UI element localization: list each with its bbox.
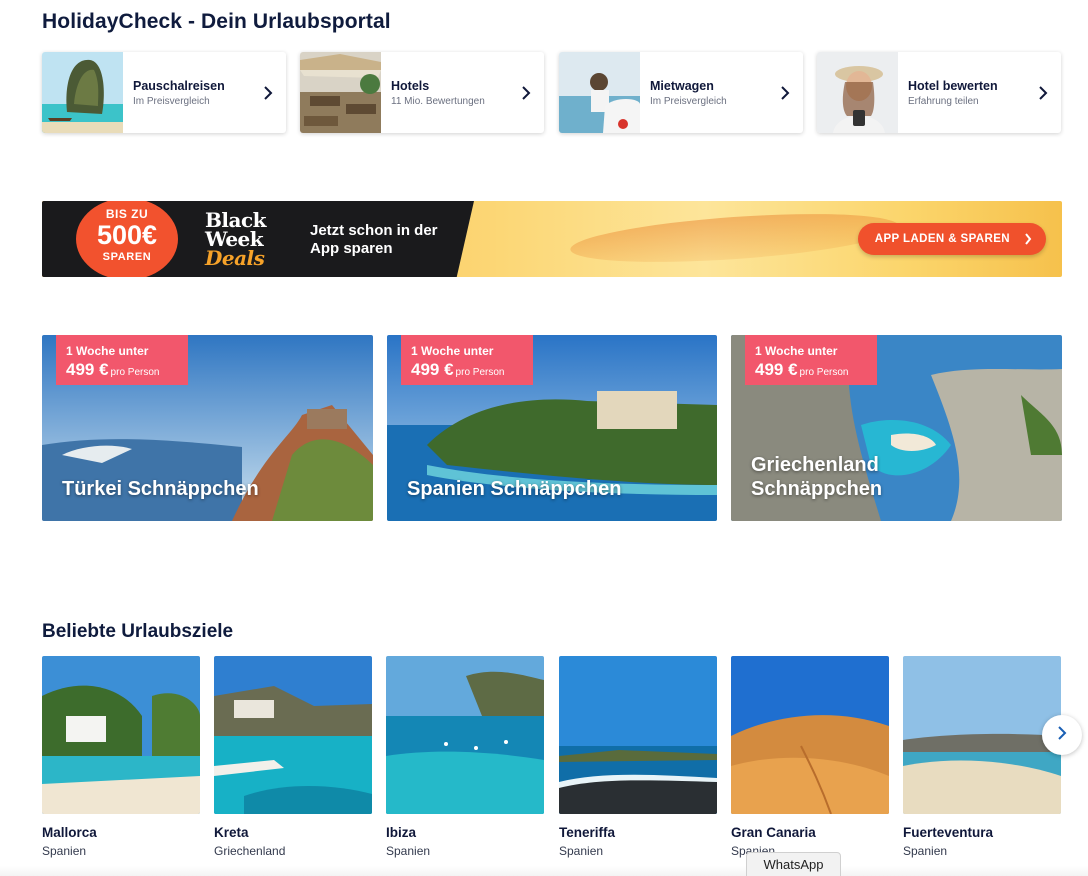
mallorca-image [42,656,200,814]
category-title: Hotel bewerten [908,78,998,93]
chevron-right-icon [1024,223,1032,268]
deal-price: 499 € [66,360,109,379]
category-subtitle: Im Preisvergleich [650,95,727,107]
deal-price: 499 € [755,360,798,379]
deal-price-unit: pro Person [110,367,160,378]
deal-price: 499 € [411,360,454,379]
deal-card-tuerkei[interactable]: 1 Woche unter 499 € pro Person Türkei Sch… [42,335,373,521]
chevron-right-icon [1033,85,1053,100]
deal-price-tag: 1 Woche unter 499 € pro Person [745,335,877,385]
bottom-fade [0,866,1088,876]
destination-teneriffa[interactable]: Teneriffa Spanien [559,656,717,858]
category-title: Mietwagen [650,78,714,93]
gran-canaria-image [731,656,889,814]
deal-price-tag: 1 Woche unter 499 € pro Person [401,335,533,385]
destination-country: Spanien [903,844,948,858]
surfboard-graphic [568,205,902,271]
badge-top-text: BIS ZU [105,207,149,221]
banner-text: Jetzt schon in der App sparen [310,222,438,257]
category-card-mietwagen[interactable]: Mietwagen Im Preisvergleich [559,52,803,133]
deal-card-griechenland[interactable]: 1 Woche unter 499 € pro Person Griechenla… [731,335,1062,521]
chevron-right-icon [775,85,795,100]
deal-title: Türkei Schnäppchen [62,478,259,500]
destination-kreta[interactable]: Kreta Griechenland [214,656,372,858]
badge-bottom-text: SPAREN [102,251,152,263]
fuerteventura-image [903,656,1061,814]
destination-name: Fuerteventura [903,825,994,840]
category-card-hotel-bewerten[interactable]: Hotel bewerten Erfahrung teilen [817,52,1061,133]
chevron-right-icon [516,85,536,100]
black-week-banner[interactable]: BIS ZU 500€ SPAREN Black Week Deals Jetz… [42,201,1062,277]
destination-country: Spanien [42,844,87,858]
destination-name: Ibiza [386,825,417,840]
deal-price-tag: 1 Woche unter 499 € pro Person [56,335,188,385]
category-subtitle: 11 Mio. Bewertungen [391,95,485,107]
chevron-right-icon [258,85,278,100]
chevron-right-icon [1057,725,1067,745]
deal-card-spanien[interactable]: 1 Woche unter 499 € pro Person Spanien Sc… [387,335,717,521]
ibiza-image [386,656,544,814]
hotel-bewerten-image [817,52,898,133]
destination-name: Mallorca [42,825,97,840]
destination-name: Kreta [214,825,249,840]
pauschalreisen-image [42,52,123,133]
deal-price-unit: pro Person [455,367,505,378]
category-title: Pauschalreisen [133,78,225,93]
category-subtitle: Erfahrung teilen [908,95,979,107]
destination-gran-canaria[interactable]: Gran Canaria Spanien [731,656,889,858]
destination-country: Spanien [386,844,431,858]
black-week-deals-logo: Black Week Deals [205,210,267,270]
deal-price-unit: pro Person [799,367,849,378]
destination-name: Gran Canaria [731,825,816,840]
deal-title: Spanien Schnäppchen [407,478,622,500]
category-card-pauschalreisen[interactable]: Pauschalreisen Im Preisvergleich [42,52,286,133]
category-subtitle: Im Preisvergleich [133,95,210,107]
deal-tag-line: 1 Woche unter [755,344,838,358]
destination-country: Spanien [559,844,604,858]
savings-badge: BIS ZU 500€ SPAREN [76,201,178,277]
badge-amount: 500€ [96,220,158,250]
page-title: HolidayCheck - Dein Urlaubsportal [42,10,391,33]
destination-mallorca[interactable]: Mallorca Spanien [42,656,200,858]
destination-country: Griechenland [214,844,286,858]
teneriffa-image [559,656,717,814]
deal-tag-line: 1 Woche unter [66,344,149,358]
whatsapp-button[interactable]: WhatsApp [746,852,841,876]
deal-title: Griechenland Schnäppchen [751,454,883,500]
category-title: Hotels [391,78,430,93]
cta-label: APP LADEN & SPAREN [874,233,1010,245]
app-download-button[interactable]: APP LADEN & SPAREN [857,223,1046,255]
hotels-image [300,52,381,133]
category-cards: Pauschalreisen Im Preisvergleich Hotels … [42,52,1062,133]
carousel-next-button[interactable] [1042,715,1082,755]
kreta-image [214,656,372,814]
mietwagen-image [559,52,640,133]
destination-name: Teneriffa [559,825,616,840]
destination-ibiza[interactable]: Ibiza Spanien [386,656,544,858]
popular-destinations-title: Beliebte Urlaubsziele [42,621,234,642]
category-card-hotels[interactable]: Hotels 11 Mio. Bewertungen [300,52,544,133]
deal-tag-line: 1 Woche unter [411,344,494,358]
destination-fuerteventura[interactable]: Fuerteventura Spanien [903,656,1061,858]
logo-line: Deals [205,246,265,270]
